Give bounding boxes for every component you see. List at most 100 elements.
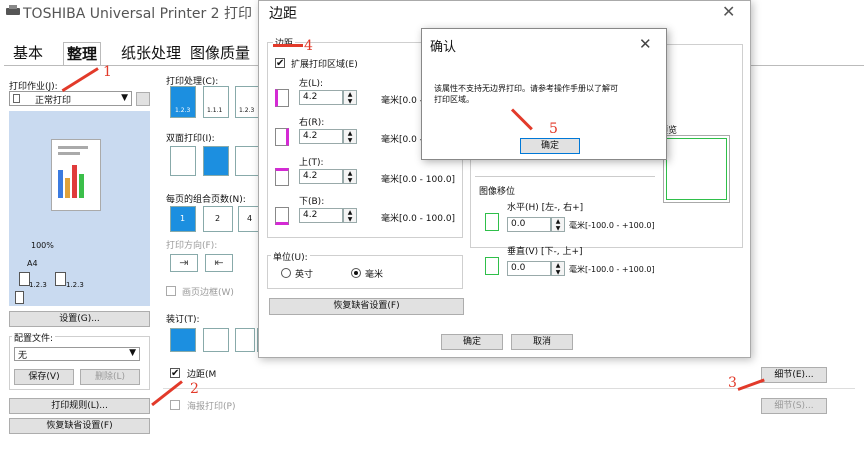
duplex-option-1[interactable]	[170, 146, 196, 176]
save-profile-button[interactable]: 保存(V)	[14, 369, 74, 385]
delete-profile-button[interactable]: 删除(L)	[80, 369, 140, 385]
right-margin-icon	[275, 128, 289, 146]
tab-basic[interactable]: 基本	[10, 42, 46, 64]
print-direction-label: 打印方向(F):	[166, 241, 218, 251]
confirm-dialog: 确认 ✕ 该属性不支持无边界打印。请参考操作手册以了解可 打印区域。 确定	[421, 28, 667, 160]
vertical-shift-stepper[interactable]: ▲ ▼	[551, 261, 565, 276]
profile-label: 配置文件:	[12, 331, 56, 344]
bottom-margin-stepper[interactable]: ▲ ▼	[343, 208, 357, 223]
horizontal-shift-icon	[485, 213, 499, 231]
group-line	[163, 388, 855, 389]
print-process-label-1: 1.2.3	[175, 107, 191, 114]
bottom-margin-icon	[275, 207, 289, 225]
annotation-2: 2	[190, 381, 199, 397]
margin-restore-button[interactable]: 恢复缺省设置(F)	[269, 298, 464, 315]
right-margin-input[interactable]: 4.2	[299, 129, 343, 144]
confirm-message-line2: 打印区域。	[434, 95, 474, 104]
top-label: 上(T):	[299, 158, 324, 168]
vertical-shift-icon	[485, 257, 499, 275]
settings-button[interactable]: 设置(G)...	[9, 311, 150, 327]
units-label: 单位(U):	[271, 250, 310, 263]
confirm-ok-button[interactable]: 确定	[520, 138, 580, 154]
duplex-label: 双面打印(I):	[166, 134, 215, 144]
confirm-dialog-title: 确认	[430, 40, 457, 55]
vertical-shift-unit: 毫米[-100.0 - +100.0]	[569, 265, 655, 274]
expand-area-checkbox[interactable]: ✔	[275, 58, 285, 69]
page-border-checkbox[interactable]	[166, 286, 176, 296]
left-margin-stepper[interactable]: ▲ ▼	[343, 90, 357, 105]
print-job-value: 正常打印	[35, 96, 72, 106]
pages-per-sheet-label-1: 1	[180, 214, 186, 223]
annotation-1: 1	[103, 64, 112, 80]
image-shift-label: 图像移位	[479, 187, 516, 197]
binding-option-3[interactable]	[235, 328, 255, 352]
margin-cancel-button[interactable]: 取消	[511, 334, 573, 350]
direction-rtl-button[interactable]: ⇤	[205, 254, 233, 272]
pages-per-sheet-label-2: 2	[215, 214, 221, 223]
top-margin-icon	[275, 168, 289, 186]
binding-label: 装订(T):	[166, 315, 200, 325]
margin-checkbox-label: 边距(M	[187, 370, 217, 380]
printer-app-icon	[6, 5, 20, 17]
left-margin-input[interactable]: 4.2	[299, 90, 343, 105]
image-shift-divider	[475, 176, 655, 177]
main-window-title: TOSHIBA Universal Printer 2 打印	[23, 6, 253, 22]
duplex-option-2[interactable]	[203, 146, 229, 176]
print-job-select[interactable]: 正常打印 ▼	[9, 91, 132, 106]
print-rules-button[interactable]: 打印规则(L)...	[9, 398, 150, 414]
bottom-label: 下(B):	[299, 197, 325, 207]
vertical-shift-input[interactable]: 0.0	[507, 261, 551, 276]
binding-option-1[interactable]	[170, 328, 196, 352]
annotation-3: 3	[728, 375, 737, 391]
direction-ltr-button[interactable]: ⇥	[170, 254, 198, 272]
confirm-message-line1: 该属性不支持无边界打印。请参考操作手册以了解可	[434, 84, 618, 93]
margin-checkbox[interactable]: ✔	[170, 368, 180, 379]
top-margin-input[interactable]: 4.2	[299, 169, 343, 184]
vertical-label: 垂直(V) [下-, 上+]	[507, 247, 583, 257]
restore-defaults-button[interactable]: 恢复缺省设置(F)	[9, 418, 150, 434]
margin-preview-box	[663, 135, 730, 203]
poster-checkbox[interactable]	[170, 400, 180, 410]
chevron-down-icon: ▼	[129, 348, 136, 358]
tab-paper-handling[interactable]: 纸张处理	[118, 42, 184, 64]
profile-select[interactable]: 无 ▼	[14, 347, 140, 361]
binding-preview-icon	[15, 291, 24, 304]
print-job-extra-button[interactable]	[136, 92, 150, 106]
close-icon[interactable]: ✕	[722, 2, 735, 21]
annotation-5: 5	[549, 121, 558, 137]
tab-finishing[interactable]: 整理	[63, 42, 102, 65]
inch-radio[interactable]	[281, 268, 291, 278]
collate-label-1: 1.2.3	[29, 281, 47, 289]
top-unit: 毫米[0.0 - 100.0]	[381, 175, 456, 185]
annotation-4: 4	[304, 38, 313, 54]
close-icon[interactable]: ✕	[639, 35, 652, 53]
margin-preview-area	[666, 138, 727, 200]
mm-label: 毫米	[365, 270, 384, 280]
right-margin-stepper[interactable]: ▲ ▼	[343, 129, 357, 144]
collate-icon-2	[55, 272, 66, 286]
top-margin-stepper[interactable]: ▲ ▼	[343, 169, 357, 184]
job-doc-icon	[13, 94, 20, 103]
poster-checkbox-label: 海报打印(P)	[187, 402, 236, 412]
margin-dialog-title: 边距	[269, 6, 297, 22]
preview-paper: A4	[27, 259, 38, 268]
horizontal-shift-stepper[interactable]: ▲ ▼	[551, 217, 565, 232]
margin-ok-button[interactable]: 确定	[441, 334, 503, 350]
inch-label: 英寸	[295, 270, 314, 280]
horizontal-shift-unit: 毫米[-100.0 - +100.0]	[569, 221, 655, 230]
bottom-unit: 毫米[0.0 - 100.0]	[381, 214, 456, 224]
margin-details-button[interactable]: 细节(E)...	[761, 367, 827, 383]
annotation-arrow-4	[273, 44, 303, 47]
bottom-margin-input[interactable]: 4.2	[299, 208, 343, 223]
preview-zoom: 100%	[31, 241, 54, 250]
collate-label-2: 1.2.3	[66, 281, 84, 289]
mm-radio[interactable]	[351, 268, 361, 278]
binding-option-2[interactable]	[203, 328, 229, 352]
poster-details-button[interactable]: 细节(S)...	[761, 398, 827, 414]
left-label: 左(L):	[299, 79, 324, 89]
page-border-label: 画页边框(W)	[182, 288, 234, 298]
tab-image-quality[interactable]: 图像质量	[187, 42, 253, 64]
right-unit: 毫米[0.0 -	[381, 135, 423, 145]
expand-area-label: 扩展打印区域(E)	[291, 60, 358, 70]
horizontal-shift-input[interactable]: 0.0	[507, 217, 551, 232]
